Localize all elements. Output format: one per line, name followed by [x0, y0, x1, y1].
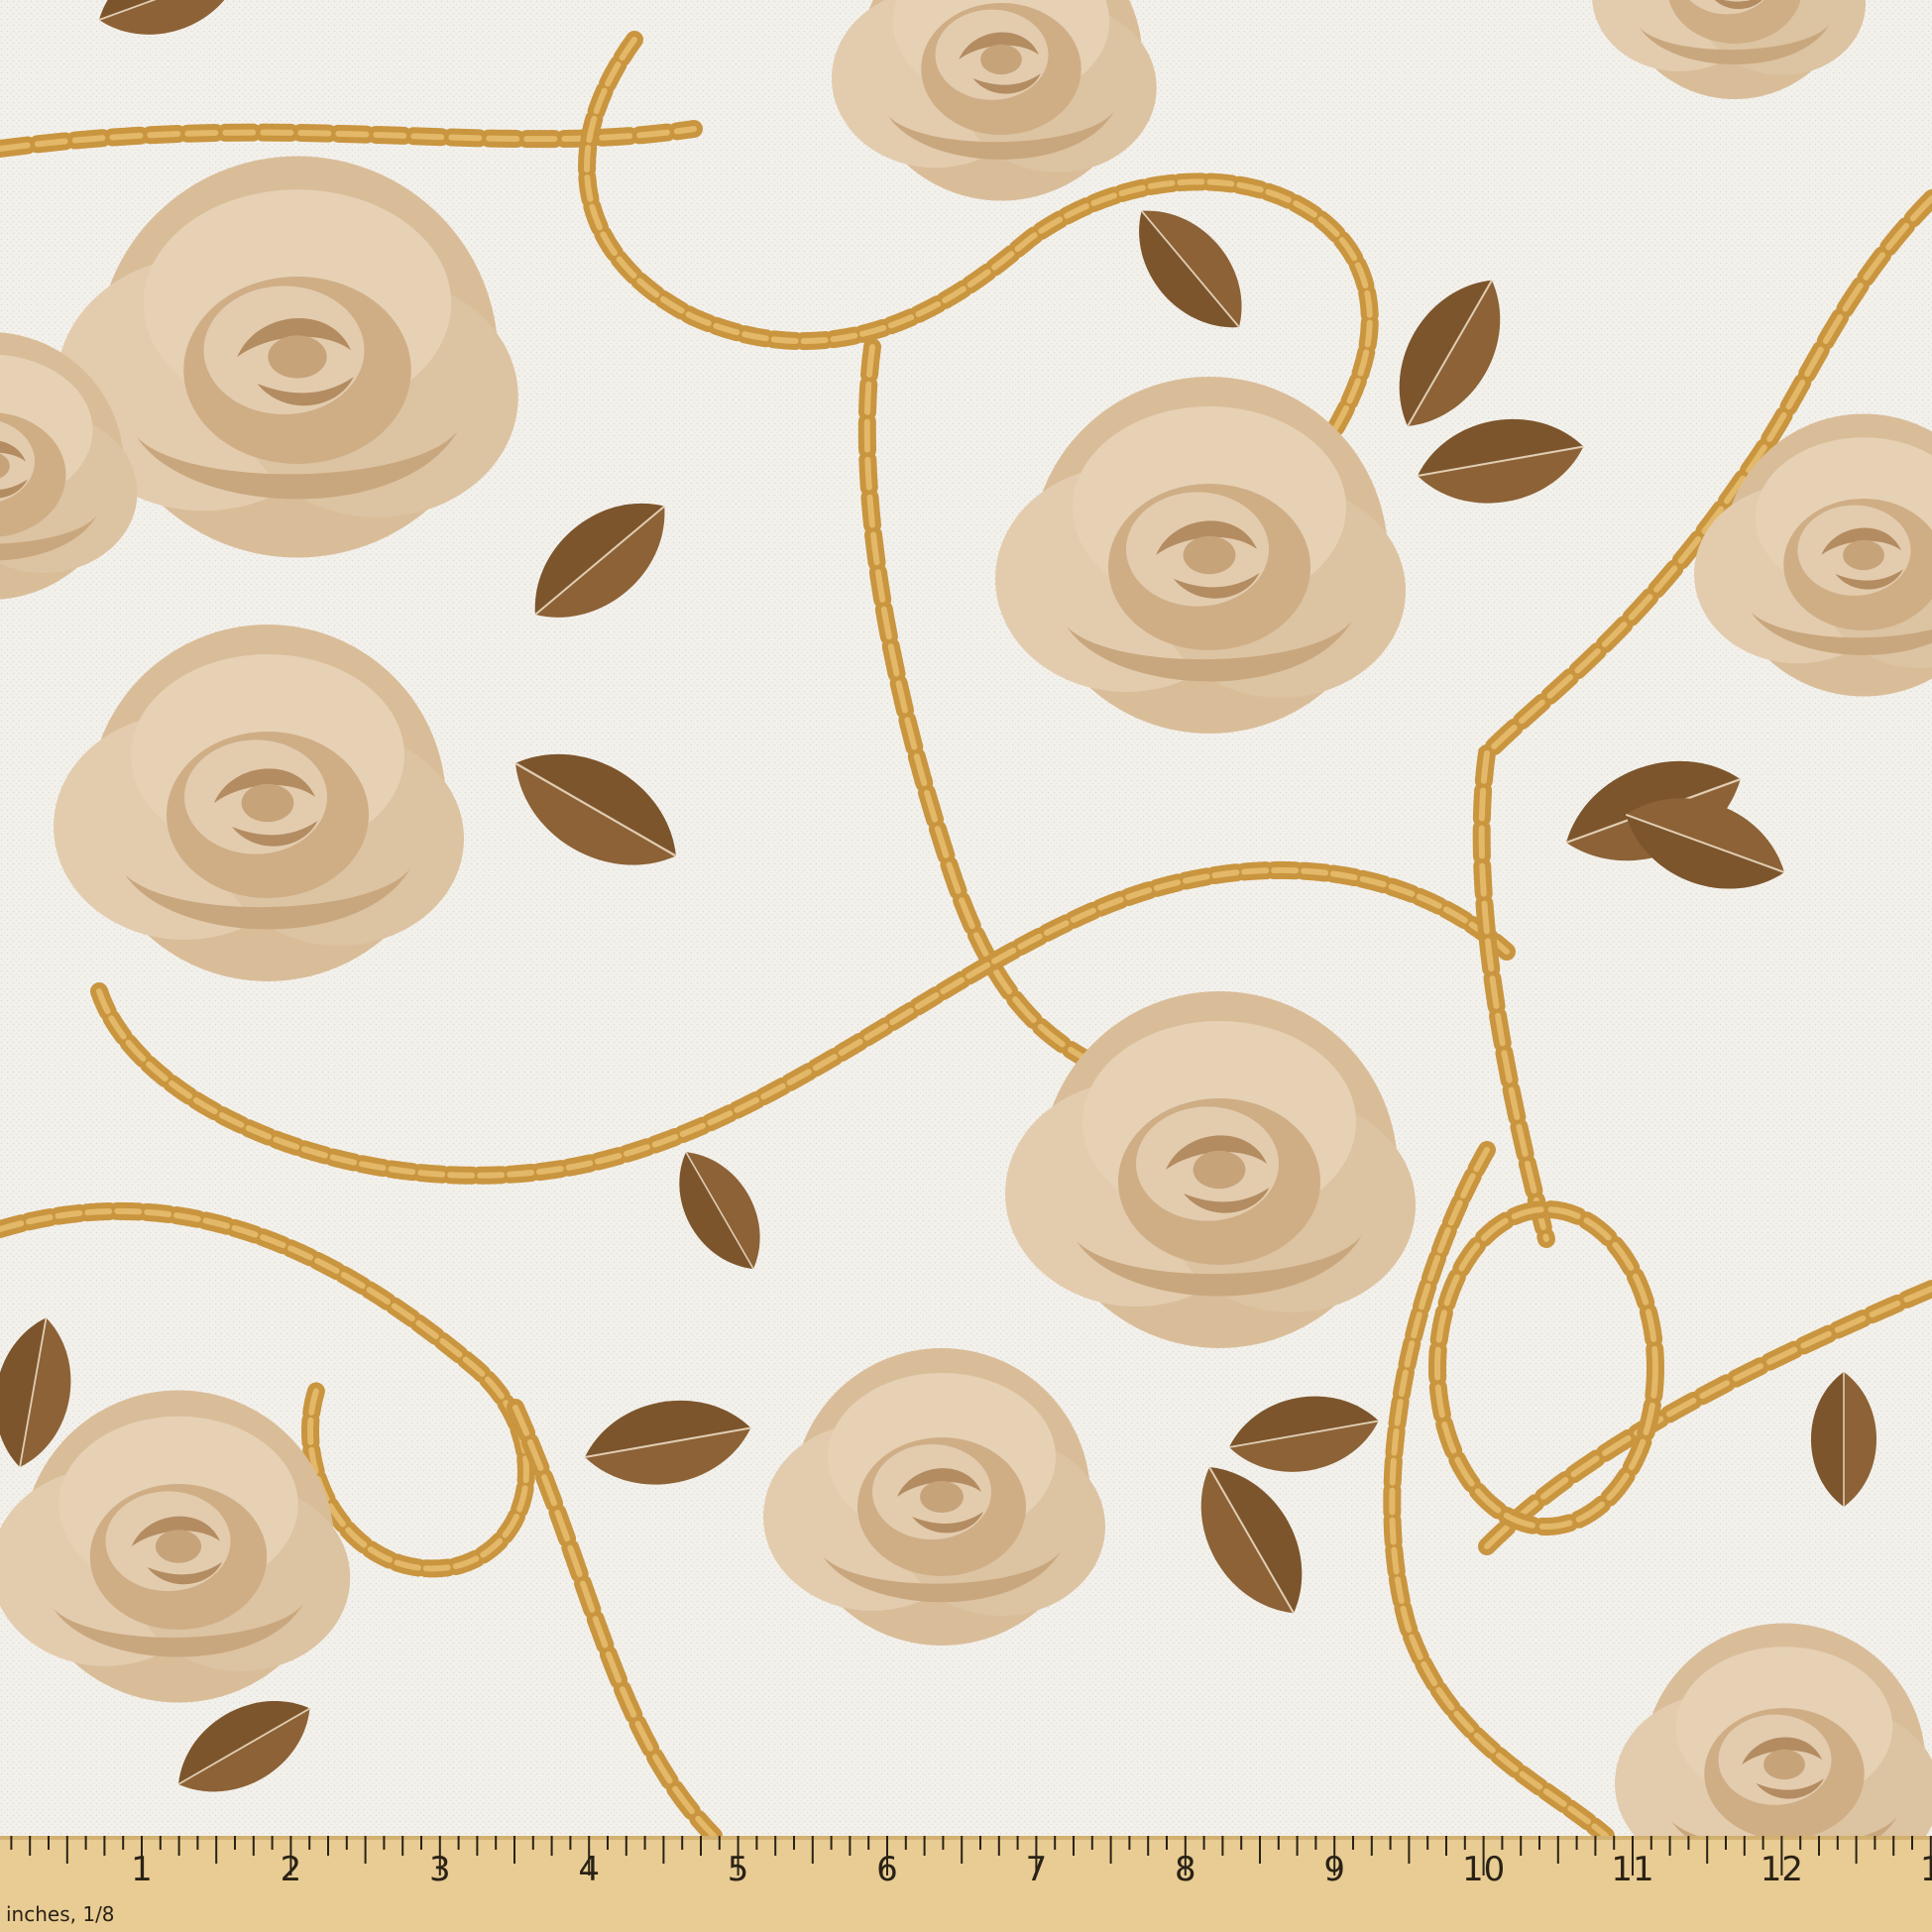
ruler-number: 3	[429, 1850, 451, 1889]
measuring-ruler: 1 2 3 4 5 6 7 8 9 10 11 12 1 inches, 1/8	[0, 1836, 1932, 1932]
fabric-photo: 1 2 3 4 5 6 7 8 9 10 11 12 1 inches, 1/8	[0, 0, 1932, 1932]
ruler-number: 2	[281, 1850, 302, 1889]
ruler-number: 9	[1323, 1850, 1345, 1889]
ruler-number: 4	[578, 1850, 600, 1889]
ruler-number: 7	[1026, 1850, 1048, 1889]
ruler-number: 8	[1175, 1850, 1196, 1889]
rose-chain-pattern	[0, 0, 1932, 1836]
ruler-number: 12	[1761, 1850, 1803, 1889]
ruler-number: 10	[1462, 1850, 1505, 1889]
ruler-number: 1	[1920, 1850, 1932, 1889]
ruler-number: 5	[728, 1850, 749, 1889]
ruler-number: 6	[876, 1850, 898, 1889]
ruler-number: 11	[1611, 1850, 1653, 1889]
ruler-unit-label: inches, 1/8	[6, 1902, 115, 1926]
ruler-number: 1	[131, 1850, 153, 1889]
